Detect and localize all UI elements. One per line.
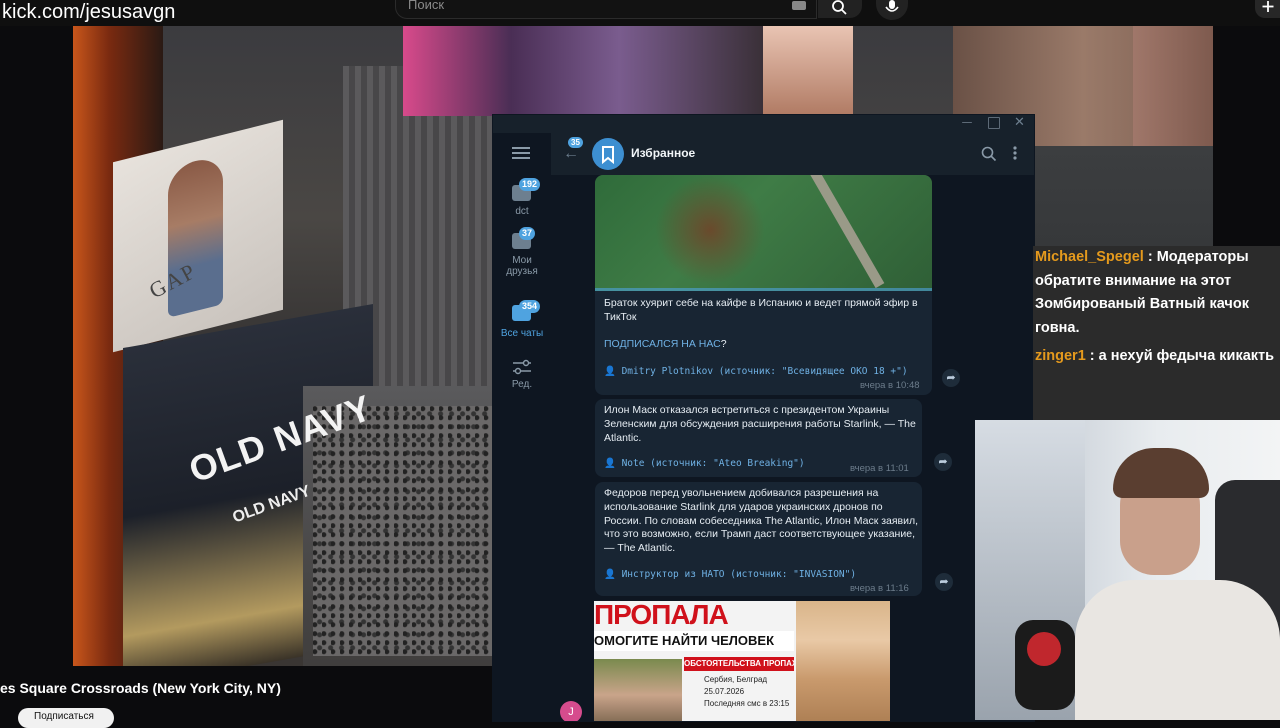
maximize-icon[interactable] — [988, 117, 1000, 129]
message-bubble[interactable]: Илон Маск отказался встретиться с презид… — [595, 399, 922, 477]
telegram-window[interactable]: ✕ 192 dct 37 Мои друзья 354 Все чаты Ред… — [492, 114, 1035, 722]
streamer-webcam — [975, 420, 1280, 720]
search-input[interactable]: Поиск — [395, 0, 817, 19]
message-bubble[interactable]: Браток хуярит себе на кайфе в Испанию и … — [595, 175, 932, 395]
poster-photo-left — [594, 659, 682, 721]
source-text: Note (источник: "Ateo Breaking") — [621, 458, 805, 469]
video-thumbnail[interactable] — [595, 175, 932, 291]
microphone-badge — [1027, 632, 1061, 666]
subscribe-button[interactable]: Подписаться — [18, 708, 114, 728]
keyboard-icon[interactable] — [792, 1, 806, 10]
video-progress-bar — [595, 288, 932, 291]
chat-username[interactable]: Michael_Spegel — [1035, 249, 1144, 265]
microphone-icon — [885, 0, 899, 12]
poster-last-sms: Последняя смс в 23:15 — [704, 699, 790, 708]
chat-title[interactable]: Избранное — [631, 146, 695, 160]
message-bubble[interactable]: Федоров перед увольнением добивался разр… — [595, 482, 922, 596]
chat-username[interactable]: zinger1 — [1035, 348, 1086, 364]
folder-dct[interactable]: 192 dct — [493, 178, 551, 231]
unread-badge: 192 — [519, 178, 541, 191]
message-text: Браток хуярит себе на кайфе в Испанию и … — [604, 297, 918, 323]
share-arrow-icon: ➦ — [938, 456, 948, 468]
message-source[interactable]: 👤 Dmitry Plotnikov (источник: "Всевидяще… — [604, 366, 908, 377]
share-arrow-icon: ➦ — [939, 576, 949, 588]
folder-edit[interactable]: Ред. — [493, 359, 551, 395]
folder-all-chats[interactable]: 354 Все чаты — [493, 300, 551, 346]
poster-circumstances: ОБСТОЯТЕЛЬСТВА ПРОПАЖ — [684, 657, 794, 671]
forward-button[interactable]: ➦ — [935, 573, 953, 591]
search-placeholder: Поиск — [408, 0, 445, 12]
message-source[interactable]: 👤 Инструктор из НАТО (источник: "INVASIO… — [604, 569, 856, 580]
message-text: Федоров перед увольнением добивался разр… — [604, 487, 919, 555]
minimize-icon[interactable] — [962, 122, 972, 123]
chat-text: а нехуй федыча кикакть — [1098, 348, 1275, 364]
user-icon: 👤 — [604, 366, 616, 377]
close-icon[interactable]: ✕ — [1014, 114, 1025, 130]
poster-date: 25.07.2026 — [704, 687, 745, 696]
message-text: Илон Маск отказался встретиться с презид… — [604, 404, 916, 444]
missing-person-poster[interactable]: ПРОПАЛА ОМОГИТЕ НАЙТИ ЧЕЛОВЕК ОБСТОЯТЕЛЬ… — [594, 601, 890, 721]
sliders-icon — [513, 359, 531, 375]
streamer-hair — [1113, 448, 1209, 498]
user-icon: 👤 — [604, 569, 616, 580]
channel-url[interactable]: kick.com/jesusavgn — [2, 0, 175, 24]
window-titlebar: ✕ — [493, 114, 1034, 133]
create-button[interactable] — [1255, 0, 1280, 18]
message-time: вчера в 11:16 — [850, 583, 909, 594]
message-time: вчера в 11:01 — [850, 463, 909, 474]
forward-button[interactable]: ➦ — [942, 369, 960, 387]
unread-badge: 37 — [519, 227, 536, 240]
poster-photo-right — [796, 601, 890, 721]
folder-friends[interactable]: 37 Мои друзья — [493, 227, 551, 283]
search-icon[interactable] — [981, 146, 997, 162]
more-vertical-icon[interactable] — [1012, 145, 1018, 161]
folder-label: Мои друзья — [506, 255, 538, 277]
user-icon: 👤 — [604, 458, 616, 469]
message-list[interactable]: Браток хуярит себе на кайфе в Испанию и … — [551, 175, 1034, 721]
back-unread-badge: 35 — [568, 137, 583, 148]
video-title[interactable]: es Square Crossroads (New York City, NY) — [0, 680, 281, 696]
telegram-folders-sidebar: 192 dct 37 Мои друзья 354 Все чаты Ред. — [493, 133, 551, 721]
billboard-portrait — [763, 26, 853, 116]
sender-avatar[interactable]: J — [560, 701, 582, 721]
poster-subline: ОМОГИТЕ НАЙТИ ЧЕЛОВЕК — [594, 631, 794, 651]
subscribe-label: Подписаться — [34, 711, 94, 722]
source-text: Инструктор из НАТО (источник: "INVASION"… — [621, 569, 857, 580]
chat-separator: : — [1089, 348, 1095, 364]
streamer-body — [1075, 580, 1280, 720]
folder-label: Все чаты — [500, 328, 544, 339]
bookmark-icon — [602, 146, 614, 165]
search-button[interactable] — [818, 0, 862, 18]
message-source[interactable]: 👤 Note (источник: "Ateo Breaking") — [604, 458, 805, 469]
forward-button[interactable]: ➦ — [934, 453, 952, 471]
chat-separator: : — [1147, 249, 1153, 265]
subscribe-link-line: ПОДПИСАЛСЯ НА НАС? — [604, 338, 727, 352]
message-time: вчера в 10:48 — [860, 380, 920, 391]
plus-icon — [1262, 1, 1274, 12]
billboards-top — [403, 26, 763, 116]
subscribe-link[interactable]: ПОДПИСАЛСЯ НА НАС — [604, 338, 721, 350]
poster-city: Сербия, Белград — [704, 675, 768, 684]
stream-chat-overlay: Michael_Spegel : Модераторы обратите вни… — [1033, 246, 1280, 422]
poster-headline: ПРОПАЛА — [594, 601, 729, 630]
link-suffix: ? — [720, 338, 727, 350]
saved-messages-avatar[interactable] — [592, 138, 624, 170]
chat-header: ← 35 Избранное — [551, 133, 1034, 175]
unread-badge: 354 — [519, 300, 541, 313]
chat-message: zinger1 : а нехуй федыча кикакть — [1035, 345, 1275, 369]
voice-search-button[interactable] — [876, 0, 908, 20]
folder-label: Ред. — [511, 379, 533, 390]
share-arrow-icon: ➦ — [946, 372, 956, 384]
folder-label: dct — [515, 206, 529, 217]
chat-message: Michael_Spegel : Модераторы обратите вни… — [1035, 246, 1275, 340]
search-icon — [832, 0, 847, 15]
source-text: Dmitry Plotnikov (источник: "Всевидящее … — [621, 366, 908, 377]
menu-icon[interactable] — [512, 147, 530, 159]
